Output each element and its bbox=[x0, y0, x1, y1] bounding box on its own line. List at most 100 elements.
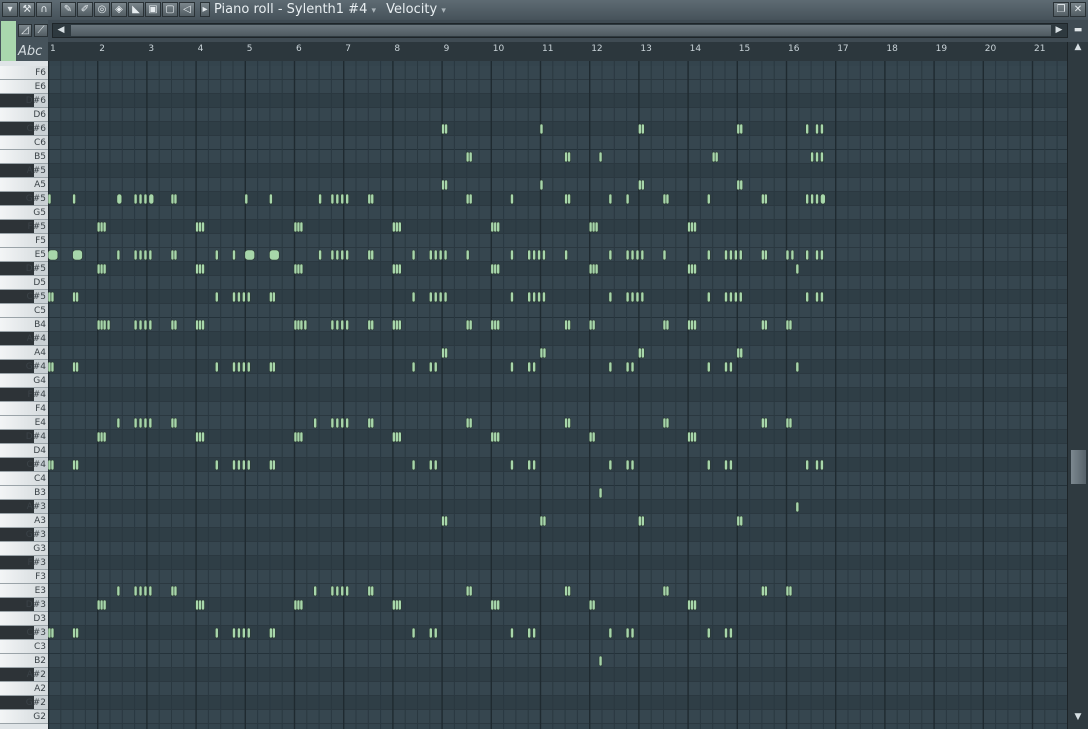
piano-key[interactable]: D5 bbox=[0, 276, 48, 290]
note[interactable] bbox=[170, 319, 175, 331]
note[interactable] bbox=[564, 585, 568, 597]
note[interactable] bbox=[214, 291, 219, 303]
note[interactable] bbox=[433, 459, 438, 471]
note[interactable] bbox=[805, 123, 809, 135]
note[interactable] bbox=[269, 193, 273, 205]
note[interactable] bbox=[785, 319, 790, 331]
note[interactable] bbox=[201, 319, 205, 331]
note[interactable] bbox=[532, 291, 536, 303]
note[interactable] bbox=[411, 459, 416, 471]
note[interactable] bbox=[638, 347, 642, 359]
note[interactable] bbox=[764, 585, 768, 597]
note[interactable] bbox=[198, 319, 202, 331]
delete-icon[interactable]: ◎ bbox=[94, 2, 110, 17]
note[interactable] bbox=[690, 319, 694, 331]
note[interactable] bbox=[72, 249, 83, 261]
note[interactable] bbox=[465, 417, 470, 429]
pencil-icon[interactable]: ⟋ bbox=[34, 24, 48, 37]
note[interactable] bbox=[490, 431, 495, 443]
note[interactable] bbox=[630, 361, 635, 373]
note[interactable] bbox=[293, 263, 298, 275]
note[interactable] bbox=[214, 627, 219, 639]
note[interactable] bbox=[345, 319, 349, 331]
note[interactable] bbox=[693, 221, 697, 233]
note[interactable] bbox=[608, 193, 613, 205]
note[interactable] bbox=[392, 319, 396, 331]
note[interactable] bbox=[143, 249, 148, 261]
note[interactable] bbox=[706, 291, 711, 303]
play-arrow-icon[interactable]: ▸ bbox=[200, 2, 210, 17]
note[interactable] bbox=[820, 123, 824, 135]
note[interactable] bbox=[441, 179, 445, 191]
note[interactable] bbox=[370, 585, 375, 597]
note[interactable] bbox=[706, 193, 711, 205]
note[interactable] bbox=[687, 431, 691, 443]
note[interactable] bbox=[468, 319, 473, 331]
select-icon[interactable]: ▣ bbox=[145, 2, 161, 17]
note[interactable] bbox=[143, 585, 148, 597]
note[interactable] bbox=[433, 627, 438, 639]
note[interactable] bbox=[50, 291, 55, 303]
note[interactable] bbox=[690, 599, 694, 611]
note[interactable] bbox=[96, 221, 101, 233]
note[interactable] bbox=[734, 249, 738, 261]
note[interactable] bbox=[272, 291, 276, 303]
note[interactable] bbox=[625, 459, 630, 471]
note[interactable] bbox=[133, 319, 138, 331]
note[interactable] bbox=[138, 585, 143, 597]
note[interactable] bbox=[201, 599, 205, 611]
note[interactable] bbox=[539, 179, 544, 191]
note[interactable] bbox=[724, 291, 728, 303]
note[interactable] bbox=[50, 361, 55, 373]
piano-key[interactable]: B3 bbox=[0, 486, 48, 500]
note[interactable] bbox=[640, 291, 645, 303]
note[interactable] bbox=[608, 291, 613, 303]
note[interactable] bbox=[805, 459, 809, 471]
note[interactable] bbox=[527, 627, 532, 639]
note[interactable] bbox=[465, 249, 470, 261]
note[interactable] bbox=[591, 599, 596, 611]
note[interactable] bbox=[242, 291, 246, 303]
note[interactable] bbox=[693, 431, 697, 443]
note[interactable] bbox=[625, 627, 630, 639]
note[interactable] bbox=[630, 249, 635, 261]
note[interactable] bbox=[75, 627, 79, 639]
note[interactable] bbox=[246, 627, 251, 639]
note[interactable] bbox=[736, 347, 741, 359]
restore-icon[interactable]: ❐ bbox=[1053, 2, 1069, 17]
note[interactable] bbox=[148, 417, 153, 429]
note[interactable] bbox=[48, 627, 52, 639]
piano-key[interactable]: G#4 bbox=[0, 360, 48, 374]
note[interactable] bbox=[496, 319, 501, 331]
note[interactable] bbox=[269, 627, 273, 639]
note[interactable] bbox=[313, 417, 317, 429]
note[interactable] bbox=[496, 599, 501, 611]
note[interactable] bbox=[48, 459, 52, 471]
note[interactable] bbox=[588, 599, 593, 611]
note[interactable] bbox=[493, 263, 498, 275]
note[interactable] bbox=[335, 585, 340, 597]
note[interactable] bbox=[567, 585, 571, 597]
note[interactable] bbox=[564, 249, 568, 261]
note[interactable] bbox=[244, 193, 249, 205]
note[interactable] bbox=[237, 361, 241, 373]
note[interactable] bbox=[820, 291, 824, 303]
note[interactable] bbox=[764, 319, 768, 331]
note[interactable] bbox=[542, 291, 546, 303]
note[interactable] bbox=[148, 319, 153, 331]
note[interactable] bbox=[693, 319, 697, 331]
note[interactable] bbox=[736, 515, 741, 527]
piano-key[interactable]: C3 bbox=[0, 640, 48, 654]
note[interactable] bbox=[588, 319, 593, 331]
note[interactable] bbox=[116, 417, 121, 429]
piano-key[interactable]: D#4 bbox=[0, 430, 48, 444]
note[interactable] bbox=[687, 221, 691, 233]
note[interactable] bbox=[296, 599, 301, 611]
note[interactable] bbox=[428, 459, 433, 471]
note[interactable] bbox=[48, 291, 52, 303]
note[interactable] bbox=[232, 627, 236, 639]
note[interactable] bbox=[444, 123, 448, 135]
note[interactable] bbox=[272, 627, 276, 639]
piano-key[interactable]: F5 bbox=[0, 234, 48, 248]
note[interactable] bbox=[739, 123, 744, 135]
